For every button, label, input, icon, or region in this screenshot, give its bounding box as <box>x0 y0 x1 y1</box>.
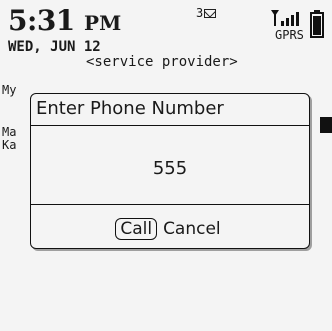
dialog-title: Enter Phone Number <box>36 98 224 119</box>
service-provider-label: <service provider> <box>86 54 238 70</box>
list-item[interactable]: Ma <box>2 125 16 139</box>
phone-number-field[interactable]: 555 <box>31 158 309 180</box>
call-button[interactable]: Call <box>115 218 158 240</box>
envelope-icon <box>204 9 217 18</box>
buttons-divider <box>31 204 309 205</box>
enter-phone-number-dialog: Enter Phone Number 555 Call Cancel <box>30 93 310 249</box>
clock: 5:31 PM <box>8 6 121 38</box>
message-indicator: 3 <box>196 6 217 20</box>
dialog-buttons: Call Cancel <box>31 218 309 240</box>
date-label: WED, JUN 12 <box>8 39 101 55</box>
network-type-label: GPRS <box>275 28 304 42</box>
message-count: 3 <box>196 6 204 20</box>
selection-highlight <box>320 117 332 133</box>
phone-screen: 5:31 PM WED, JUN 12 <service provider> 3… <box>0 0 332 331</box>
cancel-button[interactable]: Cancel <box>159 218 225 240</box>
signal-bars-icon <box>271 10 299 26</box>
clock-time: 5:31 <box>8 4 75 37</box>
clock-ampm: PM <box>84 11 122 35</box>
list-item[interactable]: My <box>2 83 16 97</box>
list-item[interactable]: Ka <box>2 138 16 152</box>
battery-icon <box>310 10 324 38</box>
title-divider <box>31 125 309 126</box>
